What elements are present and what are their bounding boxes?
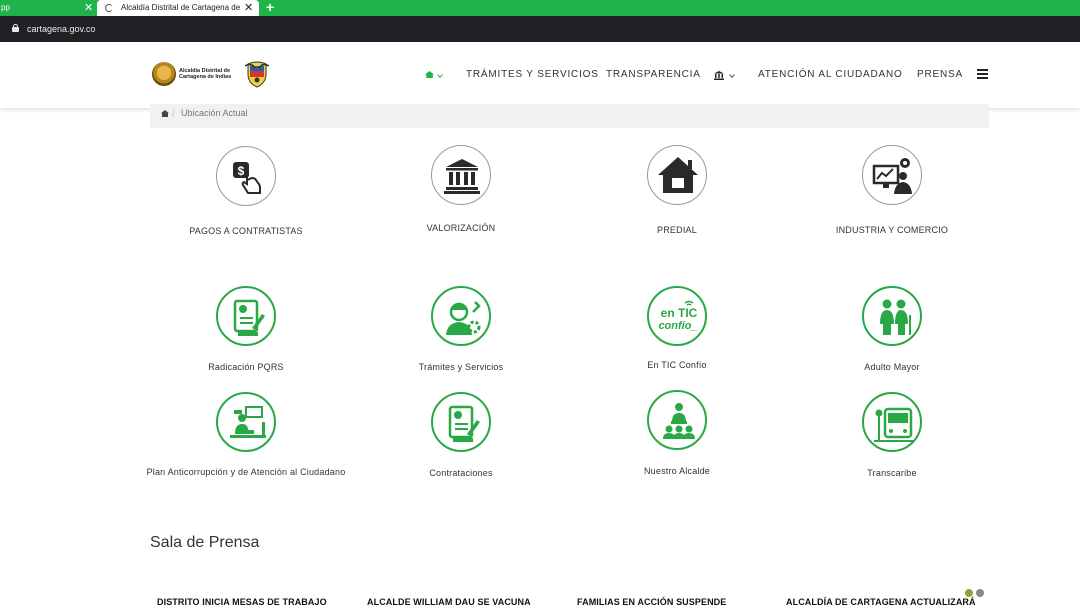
news-headline[interactable]: FAMILIAS EN ACCIÓN SUSPENDE: [577, 596, 726, 608]
tile-label: Contrataciones: [429, 468, 493, 478]
chevron-down-icon: [437, 72, 443, 78]
tile-label: En TIC Confío: [647, 360, 707, 370]
nav-transparencia[interactable]: TRANSPARENCIA: [606, 42, 701, 108]
document-pen-icon[interactable]: [216, 286, 276, 346]
industry-commerce-icon[interactable]: [862, 145, 922, 205]
tile-label: Adulto Mayor: [864, 362, 920, 372]
contract-pen-icon[interactable]: [431, 392, 491, 452]
carousel-dot[interactable]: [965, 589, 973, 597]
tile-label: Plan Anticorrupción y de Atención al Ciu…: [146, 467, 346, 477]
svg-text:$: $: [238, 164, 245, 178]
tile-label: Nuestro Alcalde: [643, 466, 711, 476]
nav-atencion-ciudadano[interactable]: ATENCIÓN AL CIUDADANO: [758, 42, 903, 108]
browser-tab-previous[interactable]: pp ✕: [0, 0, 96, 16]
new-tab-button[interactable]: +: [266, 0, 274, 15]
tab-title: pp: [1, 3, 10, 12]
address-bar[interactable]: cartagena.gov.co: [0, 16, 1080, 42]
svg-text:confío_: confío_: [658, 320, 697, 332]
nav-prensa[interactable]: PRENSA: [917, 42, 963, 108]
tile-label: PREDIAL: [657, 225, 697, 235]
bus-stop-icon[interactable]: [862, 392, 922, 452]
close-icon[interactable]: ✕: [84, 0, 93, 16]
browser-tab-bar: pp ✕ Alcaldía Distrital de Cartagena de …: [0, 0, 1080, 16]
tile-label: VALORIZACIÓN: [426, 223, 496, 233]
logo-text: Alcaldía Distrital de Cartagena de India…: [179, 68, 231, 80]
carousel-dots: [965, 589, 985, 597]
news-headline[interactable]: ALCALDE WILLIAM DAU SE VACUNA: [367, 596, 531, 608]
bank-icon: [714, 71, 724, 80]
tile-label: Radicación PQRS: [208, 362, 284, 372]
hamburger-icon[interactable]: [977, 69, 988, 79]
site-logo[interactable]: Alcaldía Distrital de Cartagena de India…: [152, 60, 270, 88]
svg-text:en TIC: en TIC: [661, 306, 698, 320]
news-headline[interactable]: ALCALDÍA DE CARTAGENA ACTUALIZARÁ: [786, 596, 976, 608]
nav-institution[interactable]: [714, 42, 738, 108]
bank-building-icon[interactable]: [431, 145, 491, 205]
elderly-couple-icon[interactable]: [862, 286, 922, 346]
chevron-down-icon: [729, 72, 735, 78]
breadcrumb: / Ubicación Actual: [150, 104, 989, 128]
speaker-audience-icon[interactable]: [647, 390, 707, 450]
news-headline[interactable]: DISTRITO INICIA MESAS DE TRABAJO: [157, 596, 327, 608]
home-icon[interactable]: [161, 110, 169, 117]
city-seal-icon: [152, 62, 176, 86]
carousel-dot[interactable]: [976, 589, 984, 597]
home-icon: [425, 71, 434, 78]
breadcrumb-current: Ubicación Actual: [181, 108, 248, 118]
coat-of-arms-icon: [245, 61, 269, 88]
site-header: Alcaldía Distrital de Cartagena de India…: [0, 42, 1080, 108]
press-section-title: Sala de Prensa: [150, 534, 260, 551]
tile-label: PAGOS A CONTRATISTAS: [189, 226, 303, 236]
breadcrumb-separator: /: [172, 108, 175, 118]
tile-label: Trámites y Servicios: [418, 362, 504, 372]
logo-text-line2: Cartagena de Indias: [179, 74, 232, 80]
en-tic-confio-icon[interactable]: en TIC confío_: [647, 286, 707, 346]
tile-label: Transcaribe: [867, 468, 917, 478]
lock-icon[interactable]: [12, 24, 19, 32]
close-icon[interactable]: ✕: [244, 0, 253, 16]
loading-icon: [105, 4, 113, 12]
worker-gear-icon[interactable]: [431, 286, 491, 346]
house-icon[interactable]: [647, 145, 707, 205]
tile-label: INDUSTRIA Y COMERCIO: [835, 225, 949, 235]
url-text[interactable]: cartagena.gov.co: [27, 16, 95, 42]
tab-title: Alcaldía Distrital de Cartagena de: [121, 3, 241, 12]
nav-tramites-servicios[interactable]: TRÁMITES Y SERVICIOS: [466, 42, 599, 108]
payment-hand-icon[interactable]: $: [216, 146, 276, 206]
desk-worker-icon[interactable]: [216, 392, 276, 452]
browser-tab-active[interactable]: Alcaldía Distrital de Cartagena de ✕: [97, 0, 259, 16]
nav-home[interactable]: [425, 42, 447, 108]
